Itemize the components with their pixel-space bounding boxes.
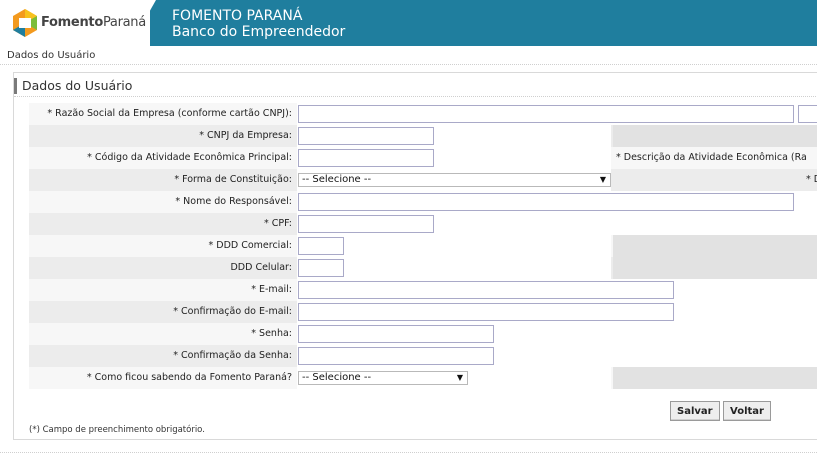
header-title: FOMENTO PARANÁ Banco do Empreendedor	[172, 8, 345, 40]
cnpj-input[interactable]	[298, 127, 434, 145]
ddd-celular-input[interactable]	[298, 259, 344, 277]
chevron-down-icon: ▼	[599, 175, 606, 184]
data-label: * Dat	[806, 174, 817, 185]
form-row-nome-responsavel: * Nome do Responsável:	[29, 191, 817, 213]
nome-responsavel-label: * Nome do Responsável:	[175, 196, 292, 207]
form-row-cpf: * CPF:	[29, 213, 817, 235]
user-data-section: Dados do Usuário * Razão Social da Empre…	[13, 72, 817, 440]
cnpj-label: * CNPJ da Empresa:	[199, 130, 292, 141]
app-header: FomentoParaná FOMENTO PARANÁ Banco do Em…	[0, 0, 817, 46]
razao-social-input[interactable]	[298, 105, 794, 123]
codigo-atividade-input[interactable]	[298, 149, 434, 167]
form-row-razao-social: * Razão Social da Empresa (conforme cart…	[29, 103, 817, 125]
required-footnote: (*) Campo de preenchimento obrigatório.	[29, 425, 205, 435]
forma-constituicao-label: * Forma de Constituição:	[174, 174, 292, 185]
form-row-codigo-atividade: * Código da Atividade Econômica Principa…	[29, 147, 817, 169]
razao-social-input-extra[interactable]	[798, 105, 817, 123]
form-row-ddd-celular: DDD Celular:	[29, 257, 817, 279]
save-button[interactable]: Salvar	[670, 401, 720, 421]
razao-social-label: * Razão Social da Empresa (conforme cart…	[47, 108, 292, 119]
cpf-input[interactable]	[298, 215, 434, 233]
ddd-comercial-input[interactable]	[298, 237, 344, 255]
form-row-como-ficou-sabendo: * Como ficou sabendo da Fomento Paraná? …	[29, 367, 817, 389]
ddd-comercial-label: * DDD Comercial:	[208, 240, 292, 251]
form-row-email: * E-mail:	[29, 279, 817, 301]
como-ficou-sabendo-label: * Como ficou sabendo da Fomento Paraná?	[86, 372, 292, 383]
section-title: Dados do Usuário	[14, 78, 132, 94]
form-row-confirm-email: * Confirmação do E-mail:	[29, 301, 817, 323]
form-row-forma-constituicao: * Forma de Constituição: -- Selecione --…	[29, 169, 817, 191]
email-input[interactable]	[298, 281, 674, 299]
senha-label: * Senha:	[251, 328, 292, 339]
codigo-atividade-label: * Código da Atividade Econômica Principa…	[87, 152, 292, 163]
confirm-senha-label: * Confirmação da Senha:	[173, 350, 292, 361]
confirm-senha-input[interactable]	[298, 347, 494, 365]
header-title-line2: Banco do Empreendedor	[172, 24, 346, 40]
confirm-email-input[interactable]	[298, 303, 674, 321]
senha-input[interactable]	[298, 325, 494, 343]
form-row-senha: * Senha:	[29, 323, 817, 345]
back-button[interactable]: Voltar	[723, 401, 771, 421]
user-form: * Razão Social da Empresa (conforme cart…	[29, 103, 817, 389]
email-label: * E-mail:	[251, 284, 292, 295]
chevron-down-icon: ▼	[456, 373, 463, 382]
forma-constituicao-select[interactable]: -- Selecione -- ▼	[298, 173, 611, 187]
form-row-confirm-senha: * Confirmação da Senha:	[29, 345, 817, 367]
descricao-atividade-label: * Descrição da Atividade Econômica (Ra	[616, 152, 807, 163]
fomento-logo-icon	[13, 9, 37, 37]
nome-responsavel-input[interactable]	[298, 193, 794, 211]
form-row-ddd-comercial: * DDD Comercial:	[29, 235, 817, 257]
como-ficou-sabendo-select[interactable]: -- Selecione -- ▼	[298, 371, 468, 385]
breadcrumb[interactable]: Dados do Usuário	[7, 50, 95, 61]
logo-text: FomentoParaná	[41, 15, 146, 30]
cpf-label: * CPF:	[263, 218, 292, 229]
confirm-email-label: * Confirmação do E-mail:	[173, 306, 292, 317]
form-row-cnpj: * CNPJ da Empresa:	[29, 125, 817, 147]
ddd-celular-label: DDD Celular:	[230, 262, 292, 273]
header-title-line1: FOMENTO PARANÁ	[172, 8, 303, 24]
